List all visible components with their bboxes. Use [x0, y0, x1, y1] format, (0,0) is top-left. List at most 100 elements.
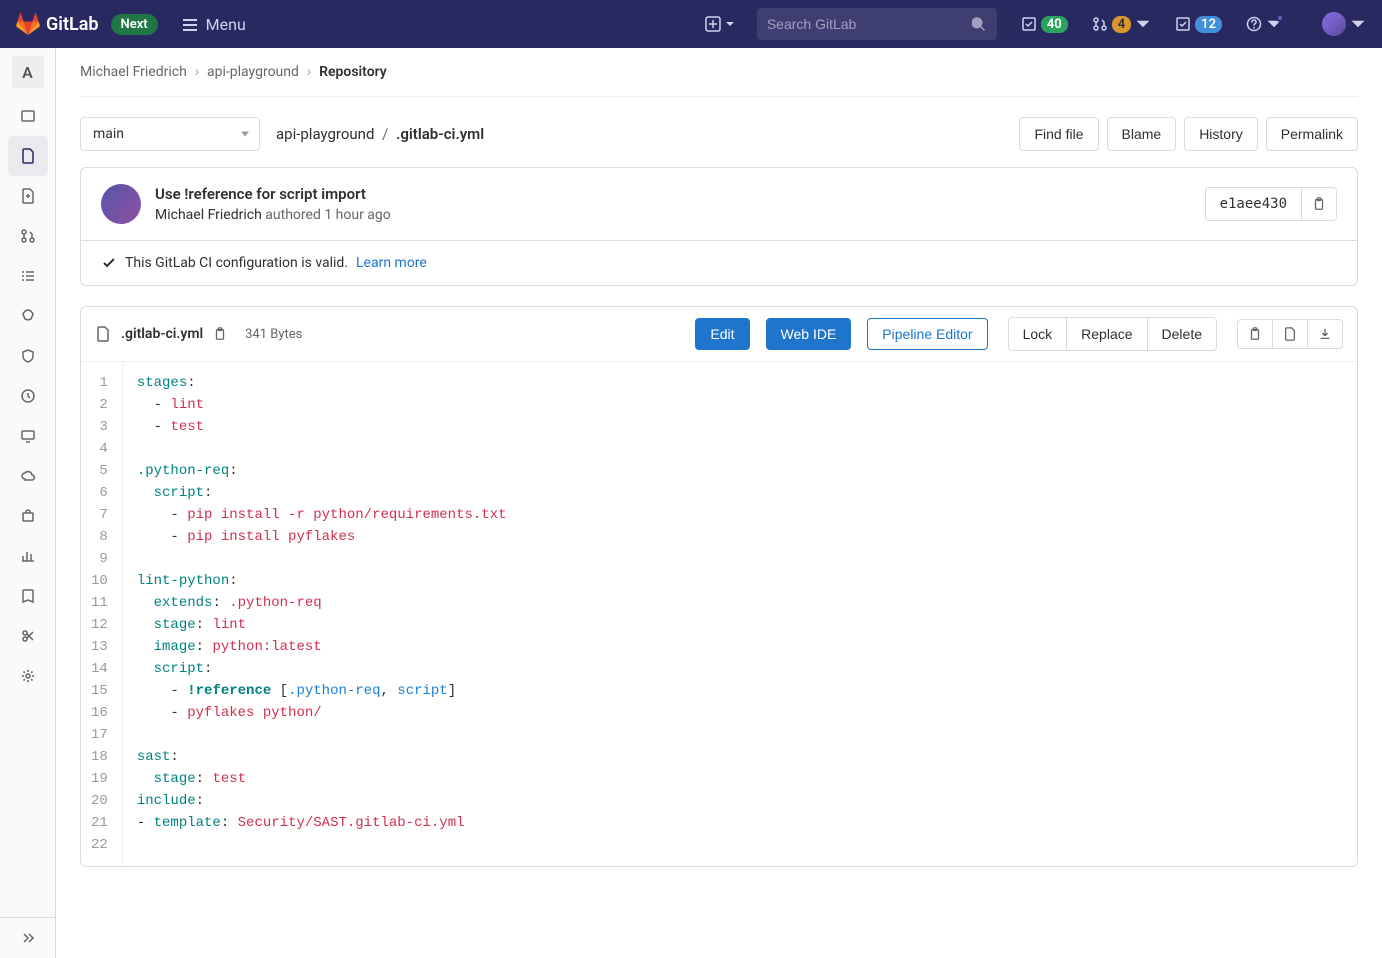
sidebar-infrastructure[interactable]	[8, 456, 48, 496]
history-button[interactable]: History	[1184, 117, 1258, 151]
replace-button[interactable]: Replace	[1066, 317, 1146, 351]
project-avatar[interactable]: A	[12, 56, 44, 88]
sidebar-cicd[interactable]	[8, 256, 48, 296]
sidebar-merge-requests[interactable]	[8, 216, 48, 256]
next-badge[interactable]: Next	[111, 14, 158, 35]
sidebar-analytics[interactable]	[8, 536, 48, 576]
check-icon	[101, 255, 117, 271]
rocket-icon	[20, 308, 36, 324]
commit-box: Use !reference for script import Michael…	[80, 167, 1358, 241]
user-avatar	[1322, 12, 1346, 36]
search-input[interactable]	[767, 16, 972, 32]
learn-more-link[interactable]: Learn more	[356, 255, 427, 271]
sidebar-wiki[interactable]	[8, 576, 48, 616]
chevron-down-icon	[725, 19, 735, 29]
todo-icon	[1175, 16, 1191, 32]
path-file[interactable]: .gitlab-ci.yml	[396, 125, 484, 143]
sidebar-monitor[interactable]	[8, 416, 48, 456]
commit-action: authored	[265, 207, 321, 223]
menu-toggle[interactable]: Menu	[182, 15, 246, 34]
code-content: stages: - lint - test .python-req: scrip…	[123, 362, 521, 866]
nav-todos[interactable]: 12	[1175, 16, 1222, 33]
brand-text: GitLab	[46, 14, 99, 35]
chevron-down-icon	[1135, 16, 1151, 32]
sidebar-snippets[interactable]	[8, 616, 48, 656]
search-box[interactable]	[757, 8, 997, 40]
issues-icon	[1021, 16, 1037, 32]
download-button[interactable]	[1307, 319, 1343, 349]
commit-time: 1 hour ago	[324, 207, 390, 223]
clipboard-icon	[1312, 197, 1326, 211]
main-content: Michael Friedrich › api-playground › Rep…	[56, 48, 1382, 958]
sidebar-shield[interactable]	[8, 336, 48, 376]
webide-button[interactable]: Web IDE	[766, 318, 852, 350]
valid-text: This GitLab CI configuration is valid.	[125, 255, 348, 271]
sidebar-issues[interactable]	[8, 176, 48, 216]
copy-contents-button[interactable]	[1237, 319, 1272, 349]
book-icon	[20, 588, 36, 604]
todos-count: 12	[1195, 16, 1222, 33]
file-size: 341 Bytes	[245, 327, 302, 342]
scissors-icon	[20, 628, 36, 644]
sidebar-security[interactable]	[8, 296, 48, 336]
edit-button[interactable]: Edit	[695, 318, 749, 350]
breadcrumbs: Michael Friedrich › api-playground › Rep…	[80, 64, 1358, 97]
lock-button[interactable]: Lock	[1008, 317, 1067, 351]
breadcrumb-sep: ›	[307, 64, 311, 80]
sidebar-deployments[interactable]	[8, 376, 48, 416]
find-file-button[interactable]: Find file	[1019, 117, 1098, 151]
issues-count: 40	[1041, 16, 1068, 33]
file-header: .gitlab-ci.yml 341 Bytes Edit Web IDE Pi…	[81, 307, 1357, 362]
sidebar-project-info[interactable]	[8, 96, 48, 136]
copy-path-icon[interactable]	[213, 327, 227, 341]
nav-user-menu[interactable]	[1306, 12, 1366, 36]
nav-issues[interactable]: 40	[1021, 16, 1068, 33]
chart-icon	[20, 548, 36, 564]
commit-meta: Michael Friedrich authored 1 hour ago	[155, 207, 1191, 223]
commit-sha-group: e1aee430	[1205, 187, 1337, 221]
nav-merge-requests[interactable]: 4	[1092, 16, 1151, 33]
sidebar-packages[interactable]	[8, 496, 48, 536]
commit-title[interactable]: Use !reference for script import	[155, 185, 1191, 203]
new-dropdown[interactable]	[699, 10, 741, 38]
breadcrumb-user[interactable]: Michael Friedrich	[80, 64, 187, 80]
doc-icon	[1283, 327, 1297, 341]
nav-help[interactable]	[1246, 16, 1282, 32]
notification-dot	[1276, 14, 1284, 22]
chevron-down-icon	[1350, 16, 1366, 32]
breadcrumb-project[interactable]: api-playground	[207, 64, 299, 80]
monitor-icon	[20, 428, 36, 444]
commit-sha[interactable]: e1aee430	[1205, 187, 1302, 221]
left-sidebar: A	[0, 48, 56, 958]
blame-button[interactable]: Blame	[1107, 117, 1177, 151]
sidebar-repository[interactable]	[8, 136, 48, 176]
pipeline-editor-button[interactable]: Pipeline Editor	[867, 318, 987, 350]
code-area: 12345678910111213141516171819202122 stag…	[81, 362, 1357, 866]
download-icon	[1318, 327, 1332, 341]
commit-author[interactable]: Michael Friedrich	[155, 207, 262, 223]
package-icon	[20, 508, 36, 524]
menu-label: Menu	[206, 15, 246, 34]
permalink-button[interactable]: Permalink	[1266, 117, 1358, 151]
path-project[interactable]: api-playground	[276, 125, 374, 143]
delete-button[interactable]: Delete	[1147, 317, 1217, 351]
deploy-icon	[20, 388, 36, 404]
raw-button[interactable]	[1272, 319, 1307, 349]
chevron-right-double-icon	[20, 930, 36, 946]
file-actions: Find file Blame History Permalink	[1019, 117, 1358, 151]
sidebar-collapse[interactable]	[0, 917, 55, 958]
question-icon	[1246, 16, 1262, 32]
tanuki-icon	[16, 12, 40, 36]
gear-icon	[20, 668, 36, 684]
copy-sha-button[interactable]	[1302, 187, 1337, 221]
search-icon	[972, 16, 987, 32]
breadcrumb-page[interactable]: Repository	[319, 64, 387, 80]
gitlab-logo[interactable]: GitLab	[16, 12, 99, 36]
branch-selector[interactable]: main	[80, 117, 260, 151]
commit-author-avatar[interactable]	[101, 184, 141, 224]
line-numbers: 12345678910111213141516171819202122	[81, 362, 123, 866]
file-path: api-playground / .gitlab-ci.yml	[276, 125, 484, 143]
hamburger-icon	[182, 16, 198, 32]
doc-new-icon	[20, 188, 36, 204]
sidebar-settings[interactable]	[8, 656, 48, 696]
